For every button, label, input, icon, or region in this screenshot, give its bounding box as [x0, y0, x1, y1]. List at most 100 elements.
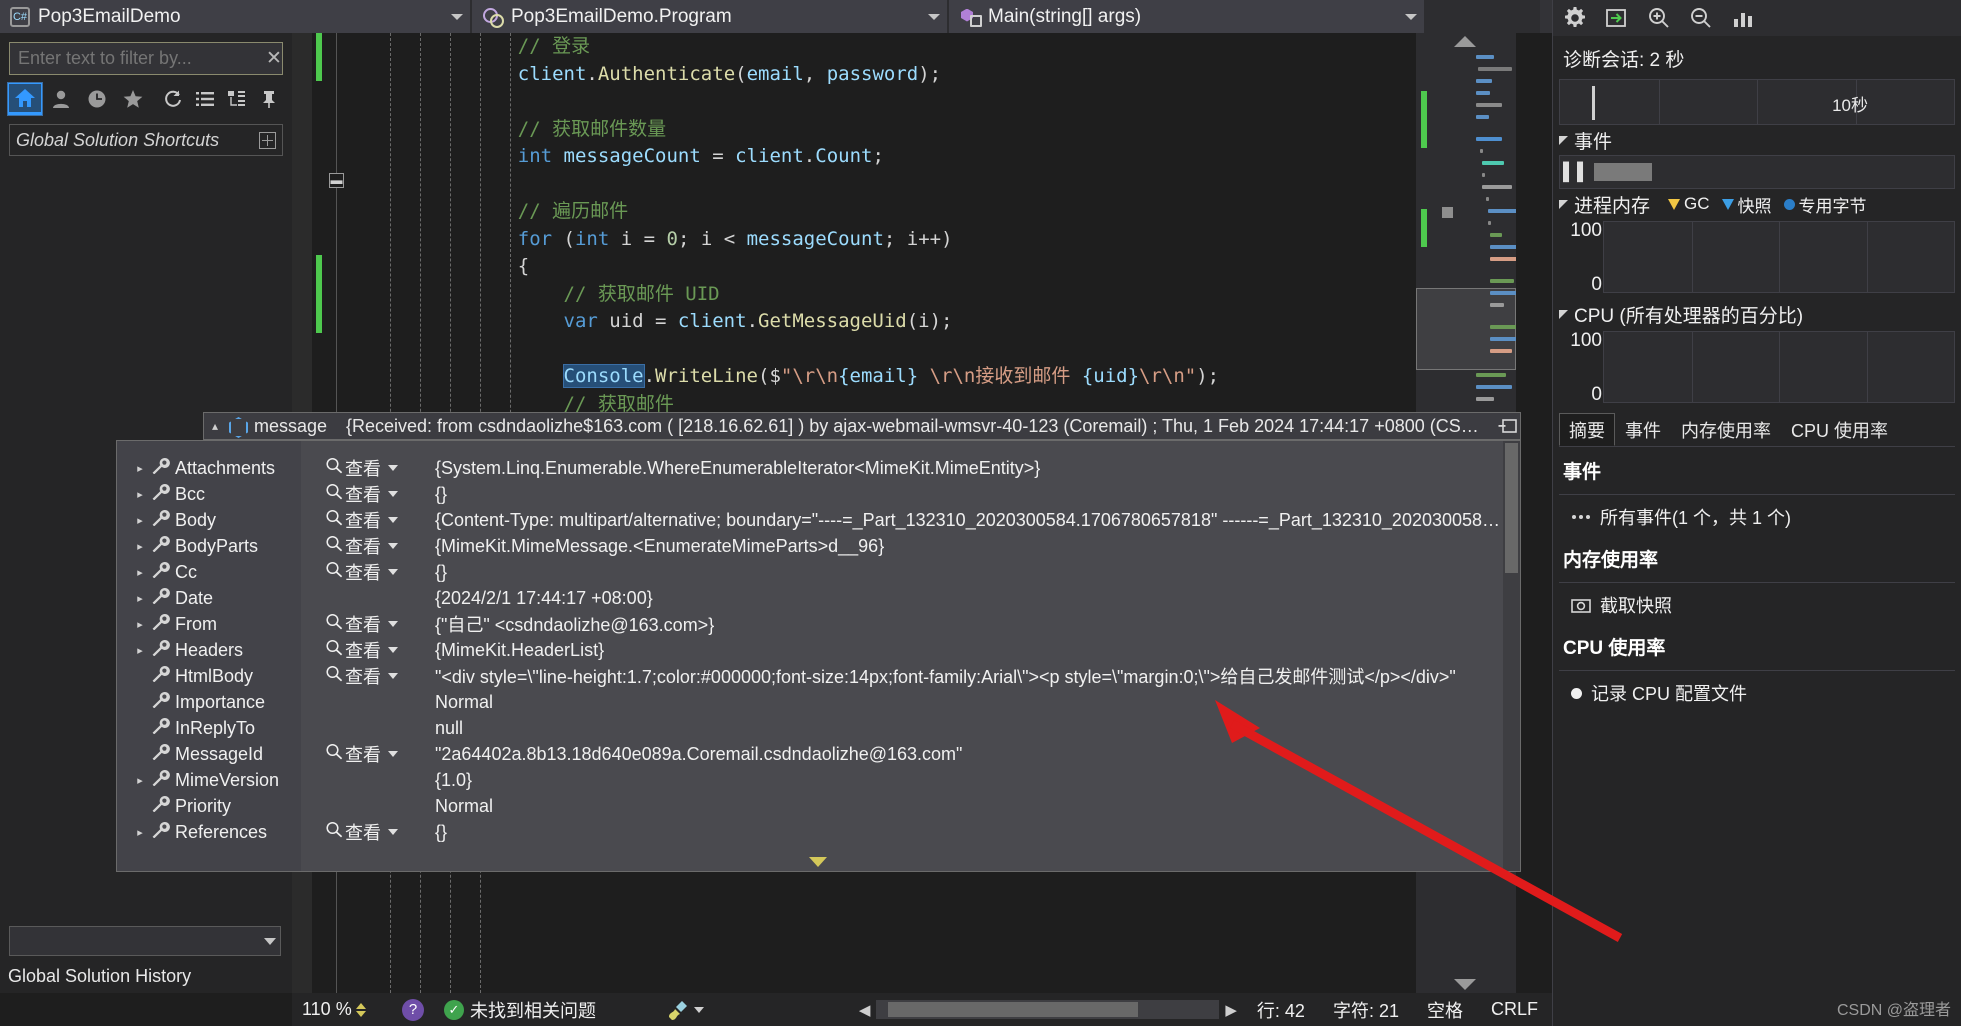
code-line[interactable]: [472, 88, 1412, 116]
datatip-row[interactable]: ▸ BodyParts 查看 {MimeKit.MimeMessage.<Enumer…: [117, 533, 1520, 559]
view-button[interactable]: 查看: [325, 819, 381, 845]
datatip-row[interactable]: ▸ References 查看 {}: [117, 819, 1520, 845]
memory-graph[interactable]: 100 0: [1570, 220, 1955, 295]
expand-icon[interactable]: ▸: [129, 514, 151, 527]
expand-icon[interactable]: ▸: [129, 462, 151, 475]
view-button[interactable]: 查看: [325, 481, 381, 507]
code-line[interactable]: [472, 171, 1412, 199]
scroll-up-arrow-icon[interactable]: [1454, 36, 1476, 47]
expand-icon[interactable]: ▸: [129, 774, 151, 787]
scroll-track[interactable]: [876, 1000, 1220, 1019]
view-options-chevron-icon[interactable]: [388, 465, 398, 471]
scroll-left-icon[interactable]: ◀: [853, 1001, 877, 1019]
favorites-tab[interactable]: [116, 83, 150, 115]
datatip-row[interactable]: ▸ Date {2024/2/1 17:44:17 +08:00}: [117, 585, 1520, 611]
diagnostics-timeline[interactable]: 10秒: [1559, 79, 1955, 125]
open-external-button[interactable]: [1605, 6, 1629, 30]
brush-button[interactable]: [666, 1000, 704, 1020]
datatip-row[interactable]: MessageId 查看 "2a64402a.8b13.18d640e089a.Co…: [117, 741, 1520, 767]
summary-record-cpu-row[interactable]: 记录 CPU 配置文件: [1559, 675, 1955, 711]
tab-memory-usage[interactable]: 内存使用率: [1671, 413, 1781, 446]
chart-view-button[interactable]: [1731, 6, 1755, 30]
filter-box[interactable]: ✕: [9, 42, 317, 75]
global-solution-shortcuts-item[interactable]: Global Solution Shortcuts: [9, 124, 283, 156]
member-dropdown[interactable]: Main(string[] args): [949, 0, 1424, 33]
expand-icon[interactable]: ▸: [129, 644, 151, 657]
search-input[interactable]: [10, 48, 258, 69]
code-line[interactable]: var uid = client.GetMessageUid(i);: [472, 308, 1412, 336]
code-line[interactable]: // 登录: [472, 33, 1412, 61]
zoom-decrease-icon[interactable]: [355, 1010, 366, 1017]
code-text[interactable]: // 登录 client.Authenticate(email, passwor…: [472, 33, 1412, 446]
view-options-chevron-icon[interactable]: [388, 829, 398, 835]
expand-icon[interactable]: ▸: [129, 488, 151, 501]
scroll-down-arrow-icon[interactable]: [1454, 979, 1476, 990]
horizontal-scrollbar[interactable]: ◀ ▶: [853, 1000, 1243, 1019]
view-button[interactable]: 查看: [325, 455, 381, 481]
view-options-chevron-icon[interactable]: [388, 621, 398, 627]
code-line[interactable]: [472, 336, 1412, 364]
summary-all-events-row[interactable]: 所有事件(1 个，共 1 个): [1559, 499, 1955, 535]
scroll-thumb[interactable]: [1416, 288, 1516, 370]
datatip-property-list[interactable]: ▸ Attachments 查看 {System.Linq.Enumerable.Wh…: [116, 440, 1521, 872]
expand-icon[interactable]: ▸: [129, 566, 151, 579]
scroll-thumb[interactable]: [888, 1002, 1139, 1017]
view-options-chevron-icon[interactable]: [388, 647, 398, 653]
pin-datatip-button[interactable]: [1494, 413, 1520, 439]
summary-take-snapshot-row[interactable]: 截取快照: [1559, 587, 1955, 623]
view-options-chevron-icon[interactable]: [388, 517, 398, 523]
view-button[interactable]: 查看: [325, 741, 381, 767]
group-view-button[interactable]: [222, 84, 252, 114]
zoom-in-button[interactable]: [1647, 6, 1671, 30]
view-button[interactable]: 查看: [325, 663, 381, 689]
datatip-row[interactable]: ▸ Cc 查看 {}: [117, 559, 1520, 585]
code-line[interactable]: {: [472, 253, 1412, 281]
code-line[interactable]: client.Authenticate(email, password);: [472, 61, 1412, 89]
global-solution-history-label-row[interactable]: Global Solution History: [0, 960, 292, 993]
datatip-scroll-thumb[interactable]: [1505, 443, 1518, 573]
view-button[interactable]: 查看: [325, 533, 381, 559]
pause-events-button[interactable]: ▌▌: [1560, 162, 1594, 182]
view-options-chevron-icon[interactable]: [388, 673, 398, 679]
datatip-row[interactable]: ▸ Body 查看 {Content-Type: multipart/alternat…: [117, 507, 1520, 533]
history-dropdown[interactable]: [9, 926, 281, 956]
home-tab[interactable]: [7, 81, 43, 116]
event-marker[interactable]: [1594, 163, 1652, 181]
expand-icon[interactable]: [259, 131, 276, 149]
datatip-row[interactable]: Importance Normal: [117, 689, 1520, 715]
code-line[interactable]: Console.WriteLine($"\r\n{email} \r\n接收到邮…: [472, 363, 1412, 391]
view-options-chevron-icon[interactable]: [388, 543, 398, 549]
expand-icon[interactable]: ▸: [129, 826, 151, 839]
datatip-header[interactable]: ▴ message {Received: from csdndaolizhe$1…: [203, 412, 1521, 440]
cpu-graph[interactable]: 100 0: [1570, 330, 1955, 405]
list-view-button[interactable]: [190, 84, 220, 114]
tab-events[interactable]: 事件: [1615, 413, 1671, 446]
datatip-scrollbar[interactable]: [1503, 441, 1520, 871]
code-line[interactable]: int messageCount = client.Count;: [472, 143, 1412, 171]
datatip-row[interactable]: InReplyTo null: [117, 715, 1520, 741]
memory-section-header[interactable]: 进程内存 GC 快照 专用字节: [1553, 189, 1961, 219]
code-line[interactable]: // 获取邮件 UID: [472, 281, 1412, 309]
settings-button[interactable]: [1563, 6, 1587, 30]
expand-icon[interactable]: ▸: [129, 618, 151, 631]
code-line[interactable]: for (int i = 0; i < messageCount; i++): [472, 226, 1412, 254]
code-line[interactable]: // 获取邮件数量: [472, 116, 1412, 144]
expand-icon[interactable]: ▸: [129, 592, 151, 605]
datatip-row[interactable]: Priority Normal: [117, 793, 1520, 819]
tab-summary[interactable]: 摘要: [1559, 413, 1615, 446]
refresh-button[interactable]: [158, 84, 188, 114]
code-line[interactable]: // 遍历邮件: [472, 198, 1412, 226]
view-button[interactable]: 查看: [325, 559, 381, 585]
events-section-header[interactable]: 事件: [1553, 125, 1961, 155]
zoom-stepper[interactable]: [355, 1002, 366, 1017]
view-button[interactable]: 查看: [325, 637, 381, 663]
view-button[interactable]: 查看: [325, 507, 381, 533]
datatip-row[interactable]: HtmlBody 查看 "<div style=\"line-height:1.7;…: [117, 663, 1520, 689]
zoom-control[interactable]: 110 %: [292, 999, 402, 1020]
view-options-chevron-icon[interactable]: [388, 569, 398, 575]
clear-icon[interactable]: ✕: [258, 47, 290, 70]
datatip-row[interactable]: ▸ Headers 查看 {MimeKit.HeaderList}: [117, 637, 1520, 663]
zoom-increase-icon[interactable]: [355, 1002, 366, 1009]
view-options-chevron-icon[interactable]: [388, 491, 398, 497]
events-track[interactable]: ▌▌: [1559, 155, 1955, 189]
